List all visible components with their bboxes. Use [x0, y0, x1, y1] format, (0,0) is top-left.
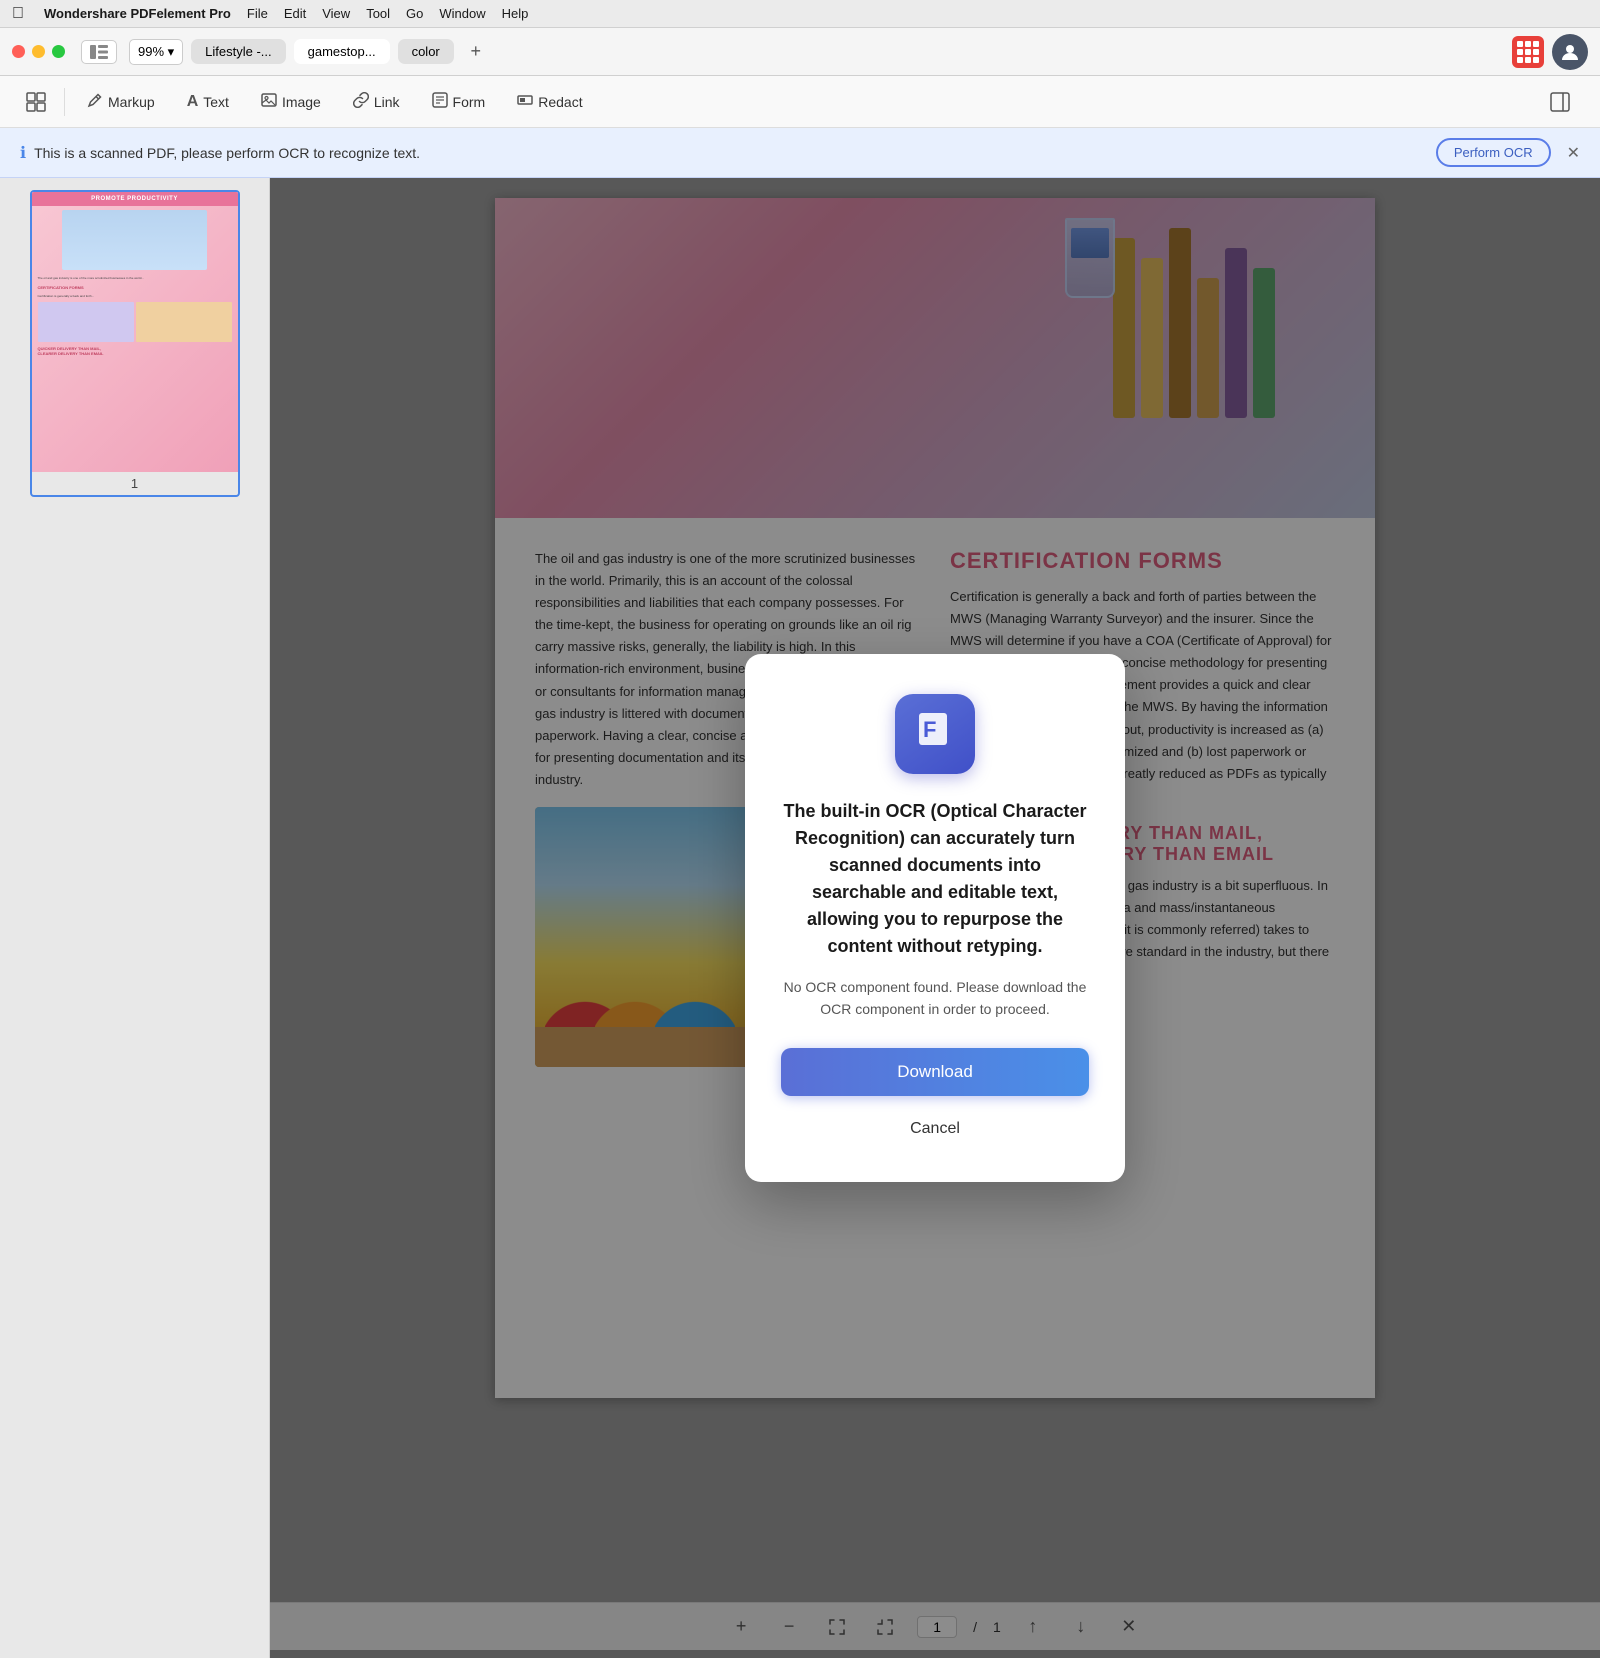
menu-bar:  Wondershare PDFelement Pro File Edit V…	[0, 0, 1600, 28]
menu-help[interactable]: Help	[502, 6, 529, 21]
add-tab-button[interactable]: +	[462, 38, 490, 66]
apple-menu[interactable]: 	[12, 5, 24, 23]
grid-dots-icon	[1517, 41, 1539, 63]
title-bar: 99% ▾ Lifestyle -... gamestop... color +	[0, 28, 1600, 76]
text-button[interactable]: A Text	[173, 87, 243, 117]
perform-ocr-button[interactable]: Perform OCR	[1436, 138, 1551, 167]
thumb-image-row	[32, 300, 238, 344]
cancel-button[interactable]: Cancel	[781, 1108, 1089, 1150]
layout-button[interactable]	[16, 86, 56, 118]
markup-icon	[87, 92, 103, 112]
thumb-image	[62, 210, 206, 270]
app-name: Wondershare PDFelement Pro	[44, 6, 231, 21]
image-icon	[261, 92, 277, 112]
modal-overlay: F The built-in OCR (Optical Character Re…	[270, 178, 1600, 1658]
info-icon: ℹ	[20, 143, 26, 163]
redact-button[interactable]: Redact	[503, 86, 596, 118]
ocr-banner-close[interactable]: ✕	[1567, 143, 1580, 163]
form-button[interactable]: Form	[418, 86, 500, 118]
traffic-lights	[12, 45, 65, 58]
modal-description: No OCR component found. Please download …	[781, 976, 1089, 1021]
modal-app-icon: F	[895, 694, 975, 774]
svg-text:F: F	[923, 717, 936, 742]
sidebar-toggle-button[interactable]	[81, 40, 117, 64]
ocr-modal: F The built-in OCR (Optical Character Re…	[745, 654, 1125, 1183]
toolbar-separator-1	[64, 88, 65, 116]
thumb-cert-text: Certification is generally a back and fo…	[32, 292, 238, 301]
thumb-heading: QUICKER DELIVERY THAN MAIL,CLEARER DELIV…	[32, 344, 238, 358]
form-icon	[432, 92, 448, 112]
panel-toggle-button[interactable]	[1536, 86, 1584, 118]
menu-go[interactable]: Go	[406, 6, 423, 21]
app-logo-f: F	[913, 707, 957, 761]
download-button[interactable]: Download	[781, 1048, 1089, 1096]
ocr-banner-text: This is a scanned PDF, please perform OC…	[34, 145, 1428, 161]
thumb-header: PROMOTE PRODUCTIVITY	[32, 192, 238, 206]
grid-view-button[interactable]	[1512, 36, 1544, 68]
toolbar: Markup A Text Image Link	[0, 76, 1600, 128]
pdf-content-area[interactable]: The oil and gas industry is one of the m…	[270, 178, 1600, 1658]
redact-label: Redact	[538, 94, 582, 110]
menu-window[interactable]: Window	[439, 6, 485, 21]
image-label: Image	[282, 94, 321, 110]
markup-label: Markup	[108, 94, 155, 110]
thumb-cert-title: CERTIFICATION FORMS	[32, 283, 238, 292]
redact-icon	[517, 92, 533, 112]
tab-color[interactable]: color	[398, 39, 454, 64]
markup-button[interactable]: Markup	[73, 86, 169, 118]
tab-lifestyle[interactable]: Lifestyle -...	[191, 39, 285, 64]
thumb-text: The oil and gas industry is one of the m…	[32, 274, 238, 283]
tab-gamestop[interactable]: gamestop...	[294, 39, 390, 64]
form-label: Form	[453, 94, 486, 110]
link-icon	[353, 92, 369, 112]
menu-tool[interactable]: Tool	[366, 6, 390, 21]
text-label: Text	[203, 94, 229, 110]
maximize-button[interactable]	[52, 45, 65, 58]
link-button[interactable]: Link	[339, 86, 414, 118]
image-button[interactable]: Image	[247, 86, 335, 118]
main-area: PROMOTE PRODUCTIVITY The oil and gas ind…	[0, 178, 1600, 1658]
menu-edit[interactable]: Edit	[284, 6, 306, 21]
menu-view[interactable]: View	[322, 6, 350, 21]
ocr-banner: ℹ This is a scanned PDF, please perform …	[0, 128, 1600, 178]
minimize-button[interactable]	[32, 45, 45, 58]
link-label: Link	[374, 94, 400, 110]
text-icon: A	[187, 93, 199, 111]
page-thumbnail-1[interactable]: PROMOTE PRODUCTIVITY The oil and gas ind…	[30, 190, 240, 497]
modal-title: The built-in OCR (Optical Character Reco…	[781, 798, 1089, 960]
menu-file[interactable]: File	[247, 6, 268, 21]
page-number-1: 1	[32, 472, 238, 495]
close-button[interactable]	[12, 45, 25, 58]
zoom-selector[interactable]: 99% ▾	[129, 39, 183, 65]
sidebar: PROMOTE PRODUCTIVITY The oil and gas ind…	[0, 178, 270, 1658]
profile-button[interactable]	[1552, 34, 1588, 70]
